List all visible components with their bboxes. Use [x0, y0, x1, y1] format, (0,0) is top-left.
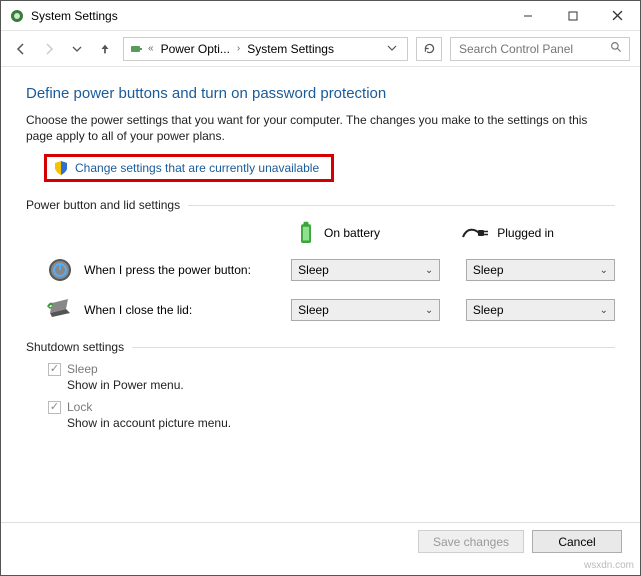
recent-locations-button[interactable] — [67, 39, 87, 59]
chevron-left-icon: « — [146, 43, 156, 54]
section-power-button: Power button and lid settings — [26, 198, 615, 212]
breadcrumb-power-options[interactable]: Power Opti... — [158, 42, 233, 56]
sleep-checkbox-label: Sleep — [67, 362, 98, 376]
dropdown-value: Sleep — [473, 263, 504, 277]
button-bar: Save changes Cancel — [418, 530, 622, 553]
search-input[interactable] — [457, 41, 623, 57]
lock-checkbox[interactable]: ✓ — [48, 401, 61, 414]
minimize-button[interactable] — [505, 1, 550, 31]
power-button-battery-dropdown[interactable]: Sleep ⌄ — [291, 259, 440, 281]
app-icon — [9, 8, 25, 24]
search-icon — [610, 41, 623, 57]
page-heading: Define power buttons and turn on passwor… — [26, 85, 615, 102]
close-button[interactable] — [595, 1, 640, 31]
breadcrumb-system-settings[interactable]: System Settings — [244, 42, 337, 56]
search-box[interactable] — [450, 37, 630, 61]
lock-checkbox-label: Lock — [67, 400, 92, 414]
navbar: « Power Opti... › System Settings — [1, 31, 640, 67]
content-area: Define power buttons and turn on passwor… — [1, 67, 640, 430]
shield-icon — [53, 160, 69, 176]
watermark: wsxdn.com — [584, 560, 634, 571]
col-plugged-label: Plugged in — [497, 226, 554, 240]
battery-icon — [296, 220, 316, 246]
window-title: System Settings — [31, 9, 505, 23]
section-shutdown: Shutdown settings — [26, 340, 615, 354]
laptop-lid-icon — [46, 299, 74, 321]
lid-battery-dropdown[interactable]: Sleep ⌄ — [291, 299, 440, 321]
save-button[interactable]: Save changes — [418, 530, 524, 553]
titlebar: System Settings — [1, 1, 640, 31]
power-button-plugged-dropdown[interactable]: Sleep ⌄ — [466, 259, 615, 281]
lock-checkbox-row: ✓ Lock — [48, 400, 615, 414]
dropdown-value: Sleep — [298, 263, 329, 277]
row-power-button: When I press the power button: Sleep ⌄ S… — [46, 250, 615, 290]
divider — [1, 522, 640, 523]
sleep-checkbox-sub: Show in Power menu. — [67, 378, 615, 392]
col-battery-label: On battery — [324, 226, 380, 240]
refresh-button[interactable] — [416, 37, 442, 61]
forward-button[interactable] — [39, 39, 59, 59]
sleep-checkbox[interactable]: ✓ — [48, 363, 61, 376]
sleep-checkbox-row: ✓ Sleep — [48, 362, 615, 376]
chevron-down-icon: ⌄ — [600, 305, 608, 316]
col-header-battery: On battery — [296, 220, 461, 246]
power-button-icon — [47, 257, 73, 283]
chevron-down-icon: ⌄ — [425, 305, 433, 316]
power-icon — [128, 41, 144, 57]
lock-checkbox-sub: Show in account picture menu. — [67, 416, 615, 430]
power-button-label: When I press the power button: — [84, 263, 281, 277]
back-button[interactable] — [11, 39, 31, 59]
chevron-down-icon: ⌄ — [600, 265, 608, 276]
chevron-right-icon: › — [235, 43, 242, 54]
chevron-down-icon: ⌄ — [425, 265, 433, 276]
cancel-button[interactable]: Cancel — [532, 530, 622, 553]
row-close-lid: When I close the lid: Sleep ⌄ Sleep ⌄ — [46, 290, 615, 330]
dropdown-value: Sleep — [298, 303, 329, 317]
close-lid-label: When I close the lid: — [84, 303, 281, 317]
up-button[interactable] — [95, 39, 115, 59]
change-settings-link[interactable]: Change settings that are currently unava… — [75, 161, 319, 175]
maximize-button[interactable] — [550, 1, 595, 31]
dropdown-value: Sleep — [473, 303, 504, 317]
lid-plugged-dropdown[interactable]: Sleep ⌄ — [466, 299, 615, 321]
col-header-plugged: Plugged in — [461, 220, 615, 246]
breadcrumb-dropdown[interactable] — [381, 42, 403, 56]
change-settings-highlight: Change settings that are currently unava… — [44, 154, 334, 182]
page-description: Choose the power settings that you want … — [26, 112, 615, 144]
plug-icon — [461, 224, 489, 242]
breadcrumb[interactable]: « Power Opti... › System Settings — [123, 37, 408, 61]
